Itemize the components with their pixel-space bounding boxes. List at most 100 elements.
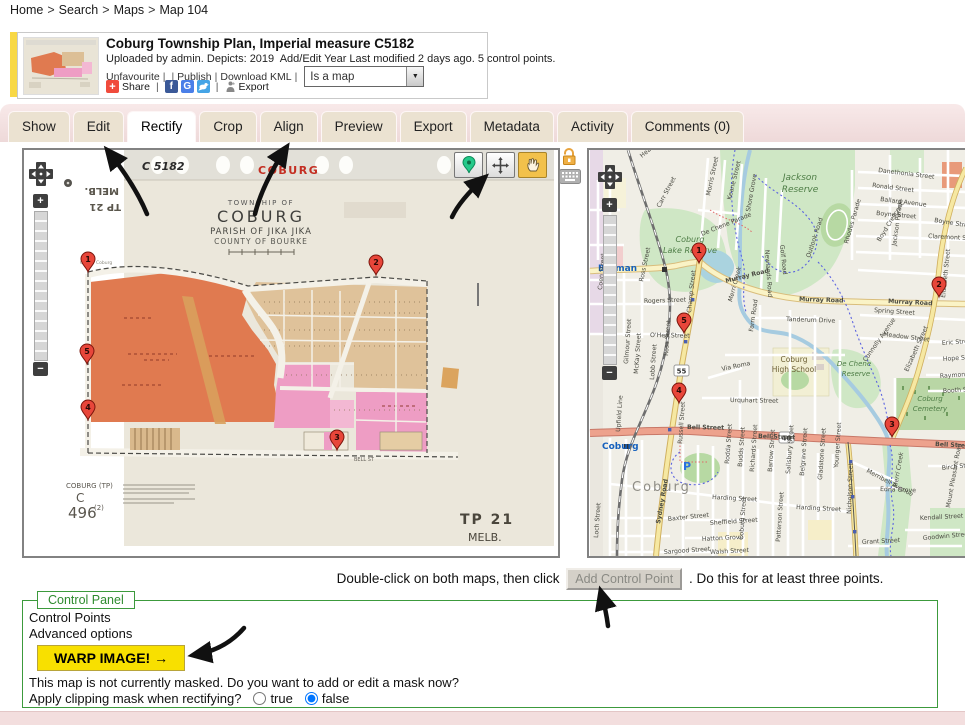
map-thumbnail xyxy=(23,37,99,95)
map-title: Coburg Township Plan, Imperial measure C… xyxy=(106,36,414,51)
map-title-name: COBURG xyxy=(217,207,305,226)
clip-true-radio[interactable] xyxy=(253,692,266,705)
breadcrumb: Home>Search>Maps>Map 104 xyxy=(10,3,208,17)
corner-number-sup: (2) xyxy=(94,504,104,512)
parking-icon: P xyxy=(683,460,691,473)
map-sheet-name: COBURG xyxy=(258,164,319,177)
control-points-toggle[interactable]: Control Points xyxy=(29,610,931,625)
rectify-instructions: Double-click on both maps, then click Ad… xyxy=(0,568,965,590)
tab-export[interactable]: Export xyxy=(400,111,467,142)
street-label: Bell Street xyxy=(687,424,724,432)
street-label: Rogers Street xyxy=(644,297,687,305)
tab-edit[interactable]: Edit xyxy=(73,111,124,142)
svg-text:2: 2 xyxy=(936,280,942,289)
add-edit-year-link[interactable]: Add/Edit Year xyxy=(280,53,347,65)
tab-bar: Show Edit Rectify Crop Align Preview Exp… xyxy=(0,104,965,142)
svg-text:5: 5 xyxy=(681,316,687,325)
zoom-slider[interactable] xyxy=(34,211,48,361)
facebook-icon[interactable]: f xyxy=(165,80,178,93)
map-type-select[interactable]: Is a map ▼ xyxy=(304,66,424,87)
mask-status-text: This map is not currently masked. Do you… xyxy=(29,675,931,690)
page-footer xyxy=(0,711,965,725)
warp-image-button[interactable]: WARP IMAGE! → xyxy=(37,645,185,671)
svg-text:Reserve: Reserve xyxy=(842,370,870,378)
tab-preview[interactable]: Preview xyxy=(321,111,397,142)
control-panel-legend: Control Panel xyxy=(37,591,135,609)
svg-text:4: 4 xyxy=(676,386,682,395)
map-title-county: COUNTY OF BOURKE xyxy=(214,237,308,246)
tab-activity[interactable]: Activity xyxy=(557,111,628,142)
street-label: Urquhart Street xyxy=(730,397,779,405)
share-label[interactable]: Share xyxy=(122,81,150,93)
share-icon[interactable]: + xyxy=(106,80,119,93)
green-pin-icon xyxy=(462,156,476,174)
tab-metadata[interactable]: Metadata xyxy=(470,111,554,142)
select-dropdown-arrow: ▼ xyxy=(406,67,423,86)
coburg-high-school-label: Coburg xyxy=(780,355,807,364)
coburg-station-label: Coburg xyxy=(602,442,639,452)
osm-map-canvas[interactable]: 55 40 Jackson Reserve Coburg Lake Reserv… xyxy=(589,150,965,556)
control-panel: Control Panel Control Points Advanced op… xyxy=(22,591,938,708)
google-icon[interactable]: G xyxy=(181,80,194,93)
upside-down-melb: MELB. xyxy=(84,185,119,196)
twitter-icon[interactable] xyxy=(197,80,210,93)
zoom-out-button[interactable]: − xyxy=(602,366,617,380)
map-title-parish: PARISH OF JIKA JIKA xyxy=(210,227,312,237)
clip-true-label: true xyxy=(270,691,292,706)
clipping-mask-option: Apply clipping mask when rectifying? tru… xyxy=(29,691,931,706)
map-type-selected-value: Is a map xyxy=(305,71,406,83)
tab-show[interactable]: Show xyxy=(8,111,70,142)
advanced-options-toggle[interactable]: Advanced options xyxy=(29,626,931,641)
add-point-mode-button[interactable] xyxy=(454,152,483,178)
street-label: Hope Street xyxy=(943,353,965,363)
breadcrumb-search[interactable]: Search xyxy=(59,3,99,17)
breadcrumb-map-104[interactable]: Map 104 xyxy=(159,3,208,17)
svg-text:Reserve: Reserve xyxy=(782,185,819,195)
corner-coburg-tp: COBURG (TP) xyxy=(66,482,113,490)
breadcrumb-maps[interactable]: Maps xyxy=(114,3,145,17)
map-summary-card: Coburg Township Plan, Imperial measure C… xyxy=(17,32,488,99)
svg-text:4: 4 xyxy=(85,403,91,412)
tab-comments[interactable]: Comments (0) xyxy=(631,111,745,142)
add-control-point-button[interactable]: Add Control Point xyxy=(566,568,682,590)
share-row: + Share | f G | Export xyxy=(106,80,269,93)
hand-icon xyxy=(525,157,540,173)
pan-mode-button[interactable] xyxy=(518,152,547,178)
favourite-highlight-strip xyxy=(10,32,17,97)
bell-st-label: BELL ST xyxy=(354,457,375,463)
move-point-mode-button[interactable] xyxy=(486,152,515,178)
osm-map-panel: 55 40 Jackson Reserve Coburg Lake Reserv… xyxy=(587,148,965,558)
zoom-out-button[interactable]: − xyxy=(33,362,48,376)
svg-text:2: 2 xyxy=(373,258,379,267)
svg-text:High School: High School xyxy=(772,365,817,374)
source-map-panel: C 5182 COBURG TOWNSHIP OF COBURG PARISH … xyxy=(22,148,560,558)
pan-control[interactable] xyxy=(597,164,623,190)
tab-rectify[interactable]: Rectify xyxy=(127,111,196,142)
tab-crop[interactable]: Crop xyxy=(199,111,256,142)
scanned-map-image: C 5182 COBURG TOWNSHIP OF COBURG PARISH … xyxy=(64,150,554,546)
source-map-canvas[interactable]: C 5182 COBURG TOWNSHIP OF COBURG PARISH … xyxy=(24,150,558,556)
zoom-slider[interactable] xyxy=(603,215,617,365)
svg-text:5: 5 xyxy=(84,347,90,356)
map-title-township: TOWNSHIP OF xyxy=(227,199,294,207)
zoom-in-button[interactable]: + xyxy=(602,198,617,212)
clip-false-label: false xyxy=(322,691,349,706)
move-icon xyxy=(492,157,509,174)
corner-number: 496 xyxy=(68,504,97,522)
export-icon[interactable] xyxy=(225,81,236,93)
rectify-toolbar xyxy=(454,152,547,178)
svg-text:Cemetery: Cemetery xyxy=(913,405,948,413)
svg-text:1: 1 xyxy=(696,246,702,255)
export-link[interactable]: Export xyxy=(239,81,269,93)
clip-false-radio[interactable] xyxy=(305,692,318,705)
street-label: Eric Street xyxy=(942,338,965,347)
keyboard-shortcuts-icon[interactable] xyxy=(559,169,581,189)
lock-zoom-icon[interactable] xyxy=(561,148,577,171)
stamp-melb: MELB. xyxy=(468,531,502,544)
svg-text:3: 3 xyxy=(889,420,895,429)
breadcrumb-home[interactable]: Home xyxy=(10,3,43,17)
corner-c: C xyxy=(76,491,84,505)
tab-align[interactable]: Align xyxy=(260,111,318,142)
pan-control[interactable] xyxy=(28,161,54,187)
zoom-in-button[interactable]: + xyxy=(33,194,48,208)
